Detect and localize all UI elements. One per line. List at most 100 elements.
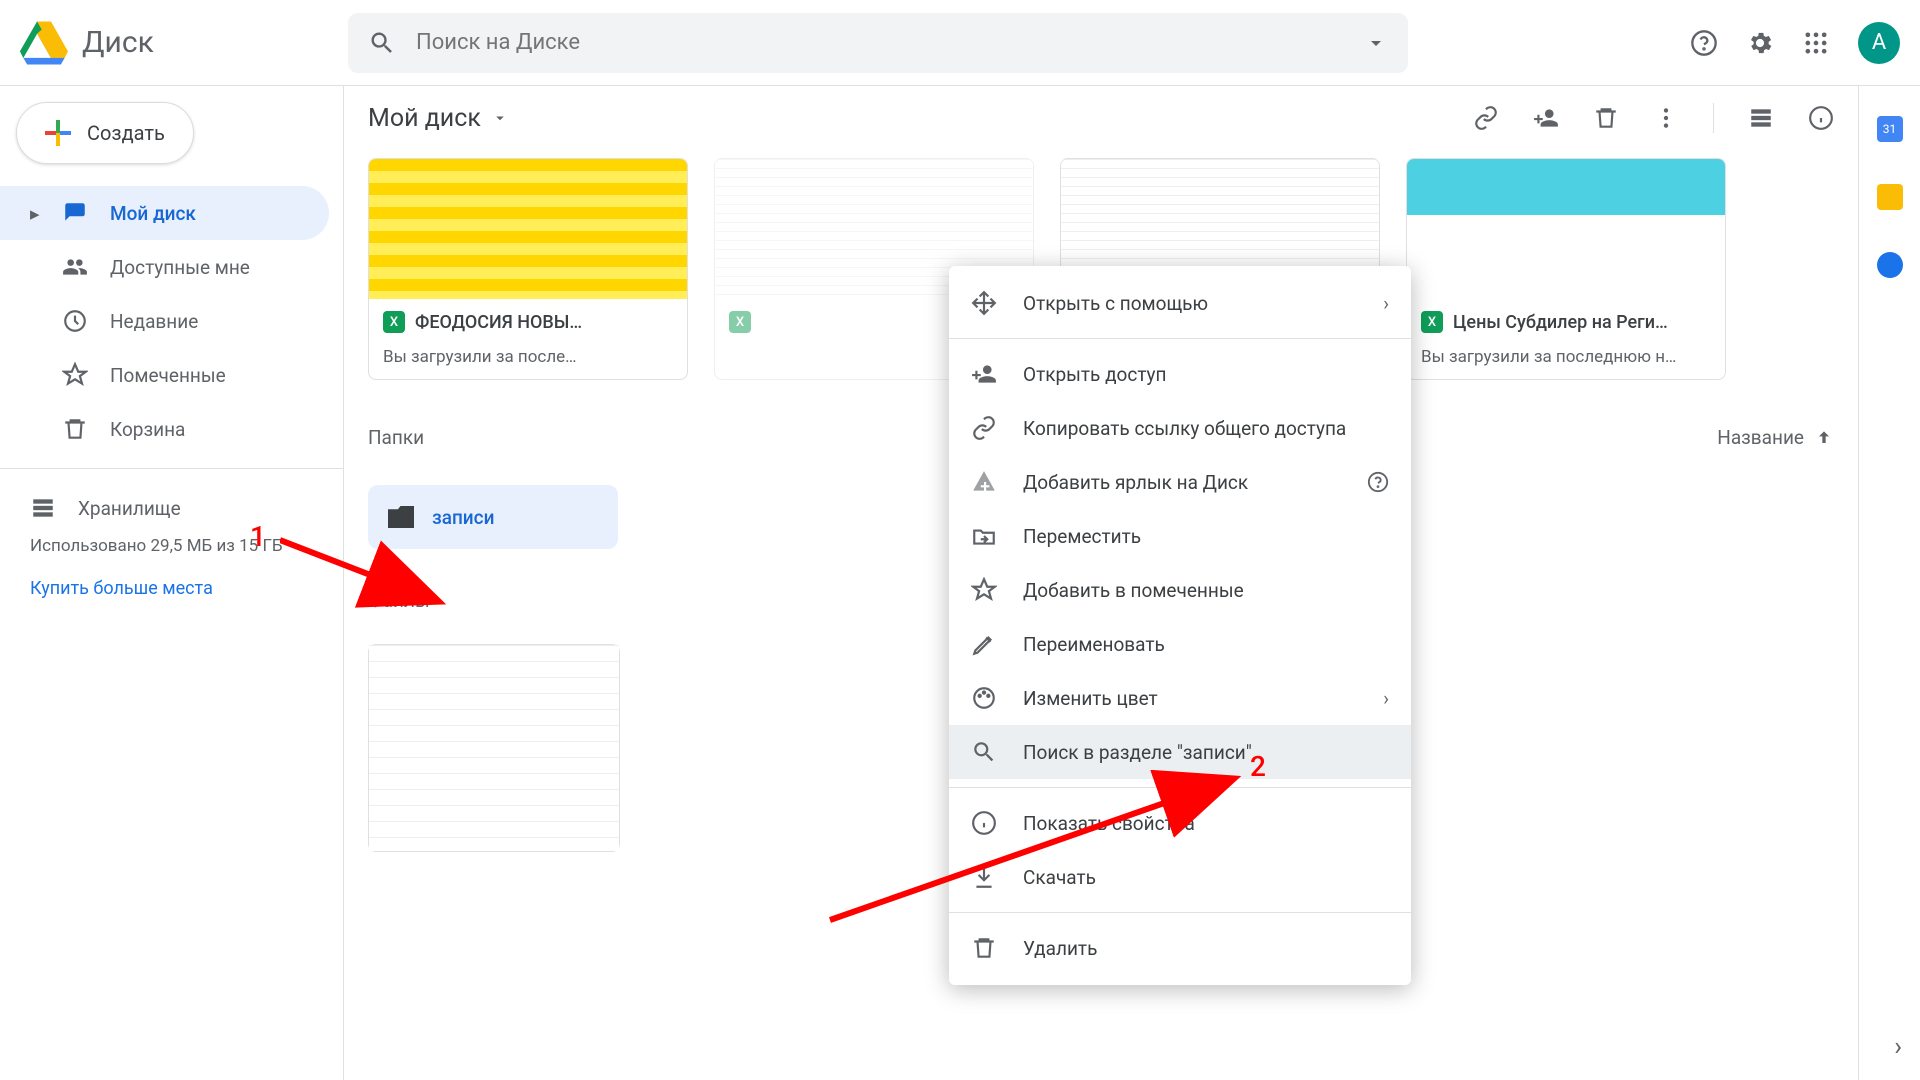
apps-icon[interactable]	[1802, 29, 1830, 57]
more-icon[interactable]	[1653, 105, 1679, 131]
ctx-download[interactable]: Скачать	[949, 850, 1411, 904]
ctx-move[interactable]: Переместить	[949, 509, 1411, 563]
storage-usage-text: Использовано 29,5 МБ из 15 ГБ	[30, 536, 283, 556]
search-input[interactable]	[416, 30, 1364, 55]
sidebar-item-storage[interactable]: Хранилище	[0, 481, 329, 535]
create-label: Создать	[87, 121, 165, 145]
help-icon[interactable]	[1367, 471, 1389, 493]
tile-0[interactable]: XФЕОДОСИЯ НОВЫ… Вы загрузили за после…	[368, 158, 688, 380]
search-icon	[971, 739, 997, 765]
ctx-copy-link[interactable]: Копировать ссылку общего доступа	[949, 401, 1411, 455]
main-content: Мой диск XФЕОДОСИЯ НОВЫ… Вы загрузили з	[344, 86, 1858, 1080]
ctx-label: Поиск в разделе "записи"	[1023, 741, 1252, 764]
sidebar-item-mydrive[interactable]: ▸ Мой диск	[0, 186, 329, 240]
create-button[interactable]: Создать	[16, 102, 194, 164]
topbar-actions	[1473, 103, 1834, 133]
link-icon[interactable]	[1473, 105, 1499, 131]
chevron-down-icon	[491, 109, 509, 127]
move-cursor-icon	[971, 290, 997, 316]
nav-list: ▸ Мой диск Доступные мне Недавние Помече…	[0, 186, 343, 456]
star-icon	[971, 577, 997, 603]
ctx-label: Переименовать	[1023, 633, 1165, 656]
ctx-add-shortcut[interactable]: Добавить ярлык на Диск	[949, 455, 1411, 509]
info-icon	[971, 810, 997, 836]
delete-icon[interactable]	[1593, 105, 1619, 131]
side-panel-expand-icon[interactable]: ›	[1894, 1032, 1902, 1062]
link-icon	[971, 415, 997, 441]
sidebar-item-trash[interactable]: Корзина	[0, 402, 329, 456]
chevron-right-icon: ›	[1383, 292, 1389, 315]
sidebar-item-recent[interactable]: Недавние	[0, 294, 329, 348]
breadcrumb-title: Мой диск	[368, 104, 481, 133]
ctx-label: Удалить	[1023, 937, 1097, 960]
ctx-delete[interactable]: Удалить	[949, 921, 1411, 975]
search-bar[interactable]	[348, 13, 1408, 73]
ctx-open-with[interactable]: Открыть с помощью ›	[949, 276, 1411, 330]
tile-sub: Вы загрузили за последнюю н…	[1421, 347, 1711, 367]
sidebar-item-label: Корзина	[110, 418, 185, 441]
ctx-label: Изменить цвет	[1023, 687, 1158, 710]
people-icon	[62, 254, 88, 280]
ctx-search-in[interactable]: Поиск в разделе "записи"	[949, 725, 1411, 779]
sidebar-item-shared[interactable]: Доступные мне	[0, 240, 329, 294]
file-tile-0[interactable]	[368, 644, 620, 852]
help-icon[interactable]	[1690, 29, 1718, 57]
tile-title: ФЕОДОСИЯ НОВЫ…	[415, 312, 582, 333]
ctx-label: Открыть с помощью	[1023, 292, 1208, 315]
caret-right-icon: ▸	[30, 202, 40, 225]
buy-storage-link[interactable]: Купить больше места	[30, 578, 313, 599]
person-add-icon	[971, 361, 997, 387]
sidebar-item-label: Помеченные	[110, 364, 226, 387]
tile-thumb	[1407, 159, 1725, 299]
plus-icon	[45, 120, 71, 146]
header: Диск А	[0, 0, 1920, 86]
context-menu: Открыть с помощью › Открыть доступ Копир…	[949, 266, 1411, 985]
account-avatar[interactable]: А	[1858, 22, 1900, 64]
tile-3[interactable]: X Цены Субдилер на Реги… Вы загрузили за …	[1406, 158, 1726, 380]
sidebar: Создать ▸ Мой диск Доступные мне Недавни…	[0, 86, 344, 1080]
download-icon	[971, 864, 997, 890]
ctx-label: Добавить ярлык на Диск	[1023, 471, 1248, 494]
keep-icon[interactable]	[1877, 184, 1903, 210]
add-person-icon[interactable]	[1533, 105, 1559, 131]
calendar-icon[interactable]: 31	[1877, 116, 1903, 142]
storage-icon	[30, 495, 56, 521]
ctx-share[interactable]: Открыть доступ	[949, 347, 1411, 401]
storage-usage-block: Использовано 29,5 МБ из 15 ГБ	[0, 535, 343, 558]
search-options-icon[interactable]	[1364, 31, 1388, 55]
files-heading: Файлы	[368, 589, 430, 612]
side-panel: 31	[1858, 86, 1920, 1080]
chevron-right-icon: ›	[1383, 687, 1389, 710]
sort-label[interactable]: Название	[1717, 426, 1804, 449]
ctx-star[interactable]: Добавить в помеченные	[949, 563, 1411, 617]
folders-heading: Папки	[368, 426, 424, 449]
header-icons: А	[1690, 22, 1900, 64]
sheets-icon: X	[1421, 311, 1443, 333]
sidebar-item-starred[interactable]: Помеченные	[0, 348, 329, 402]
drive-logo-icon[interactable]	[20, 19, 68, 67]
tile-sub: Вы загрузили за после…	[383, 347, 673, 367]
folder-zapisi[interactable]: записи	[368, 485, 618, 549]
tile-title: Цены Субдилер на Реги…	[1453, 312, 1668, 333]
ctx-rename[interactable]: Переименовать	[949, 617, 1411, 671]
tile-thumb	[369, 159, 687, 299]
drive-add-icon	[971, 469, 997, 495]
settings-icon[interactable]	[1746, 29, 1774, 57]
tasks-icon[interactable]	[1877, 252, 1903, 278]
list-view-icon[interactable]	[1748, 105, 1774, 131]
ctx-label: Показать свойства	[1023, 812, 1195, 835]
ctx-details[interactable]: Показать свойства	[949, 796, 1411, 850]
sidebar-item-label: Мой диск	[110, 202, 196, 225]
star-icon	[62, 362, 88, 388]
logo-row: Диск	[20, 19, 330, 67]
arrow-up-icon[interactable]	[1814, 428, 1834, 448]
sheets-icon: X	[729, 311, 751, 333]
ctx-color[interactable]: Изменить цвет ›	[949, 671, 1411, 725]
info-icon[interactable]	[1808, 105, 1834, 131]
sidebar-item-label: Доступные мне	[110, 256, 250, 279]
trash-icon	[971, 935, 997, 961]
breadcrumb[interactable]: Мой диск	[368, 104, 509, 133]
ctx-label: Открыть доступ	[1023, 363, 1167, 386]
ctx-label: Добавить в помеченные	[1023, 579, 1244, 602]
product-name: Диск	[82, 25, 154, 60]
